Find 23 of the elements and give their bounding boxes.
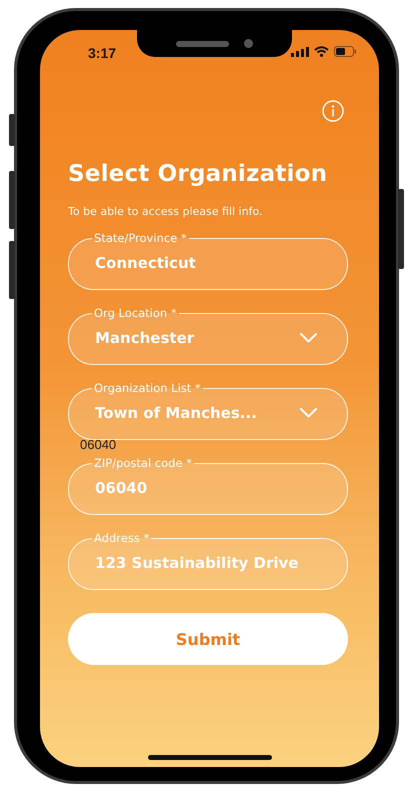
field-label: Org Location * xyxy=(93,306,178,320)
wifi-icon xyxy=(314,46,329,57)
field-value: Manchester xyxy=(95,329,194,347)
stray-text: 06040 xyxy=(80,438,116,452)
submit-button[interactable]: Submit xyxy=(68,613,348,665)
field-value: Town of Manches... xyxy=(95,404,257,422)
chevron-down-icon xyxy=(300,408,317,418)
field-label: State/Province * xyxy=(93,231,188,245)
chevron-down-icon xyxy=(300,333,317,343)
info-icon[interactable] xyxy=(322,100,344,122)
instruction-text: To be able to access please fill info. xyxy=(68,205,264,219)
camera-dot xyxy=(244,39,252,48)
field-label: Organization List * xyxy=(93,381,202,395)
signal-icon xyxy=(291,46,309,56)
field-label: ZIP/postal code * xyxy=(93,456,193,470)
field-label: Address * xyxy=(93,531,150,545)
field-value: 06040 xyxy=(95,479,148,497)
field-value: Connecticut xyxy=(95,254,196,272)
page-title: Select Organization xyxy=(68,160,328,188)
battery-icon xyxy=(334,46,357,57)
status-time: 3:17 xyxy=(88,46,116,60)
speaker-grille xyxy=(176,40,228,46)
field-value: 123 Sustainability Drive xyxy=(95,554,298,572)
